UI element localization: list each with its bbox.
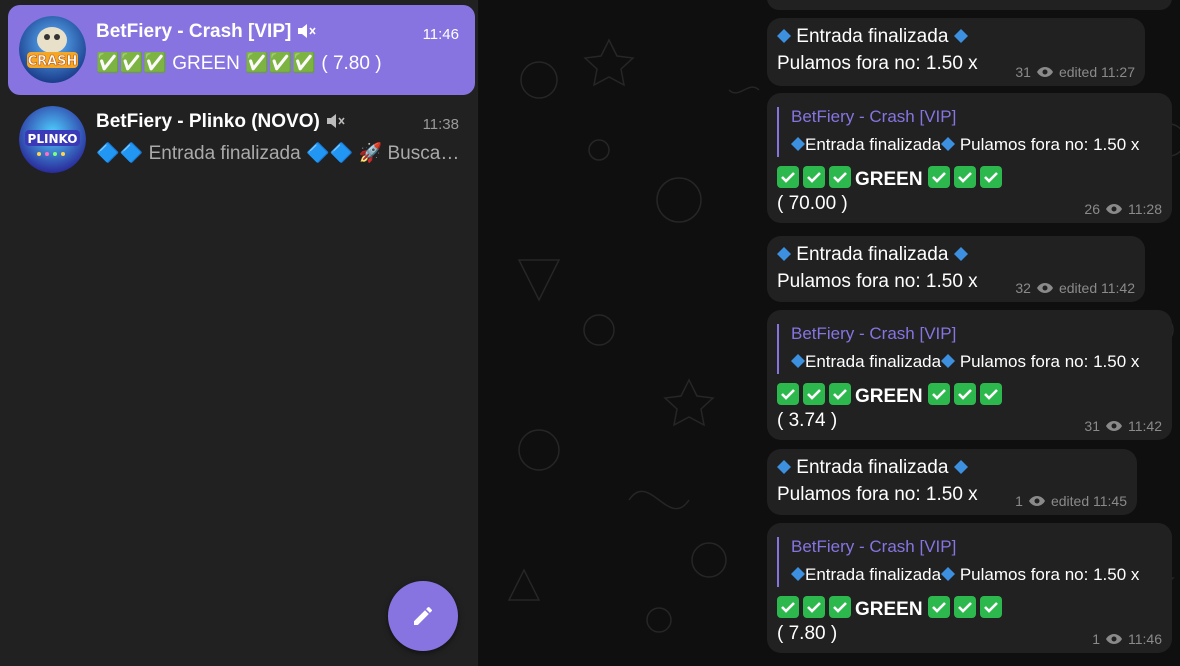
green-check-icon (777, 166, 799, 188)
blue-diamond-icon (953, 460, 968, 474)
message-meta: 1 edited 11:45 (1015, 493, 1127, 509)
chat-item-crash[interactable]: CRASH BetFiery - Crash [VIP] 11:46 ✅✅✅ G… (8, 5, 475, 95)
chat-preview: ✅✅✅ GREEN ✅✅✅ ( 7.80 ) (96, 53, 382, 74)
blue-diamond-icon (777, 29, 791, 43)
eye-icon (1106, 421, 1122, 431)
chat-title: BetFiery - Crash [VIP] (96, 21, 317, 45)
chat-list-sidebar: CRASH BetFiery - Crash [VIP] 11:46 ✅✅✅ G… (0, 0, 479, 666)
green-check-icon (927, 166, 950, 188)
reply-text: Entrada finalizada Pulamos fora no: 1.50… (791, 352, 1139, 372)
eye-icon (1028, 496, 1045, 506)
eye-icon (1106, 204, 1122, 214)
chat-preview: 🔷🔷 Entrada finalizada 🔷🔷 🚀 Buscando... (96, 143, 461, 164)
pencil-icon (414, 607, 432, 625)
green-check-icon (953, 383, 976, 405)
message-bubble[interactable]: BetFiery - Crash [VIP] Entrada finalizad… (767, 310, 1172, 440)
svg-text:CRASH: CRASH (28, 54, 78, 69)
blue-diamond-icon (791, 567, 805, 581)
blue-diamond-icon (941, 137, 956, 151)
blue-diamond-icon (953, 247, 968, 261)
eye-icon (1106, 634, 1122, 644)
green-check-icon (953, 596, 976, 618)
message-meta: 26 11:28 (1084, 201, 1162, 217)
green-check-icon (979, 383, 1002, 405)
reply-quote[interactable]: BetFiery - Crash [VIP] Entrada finalizad… (777, 537, 1139, 587)
crash-avatar: CRASH (19, 16, 86, 83)
eye-icon (1036, 67, 1053, 77)
green-check-icon (777, 596, 799, 618)
result-line: GREEN (777, 383, 1006, 408)
message-area[interactable]: Entrada finalizada Pulamos fora no: 1.50… (479, 0, 1180, 666)
message-bubble[interactable]: Entrada finalizada Pulamos fora no: 1.50… (767, 449, 1137, 515)
svg-text:PLINKO: PLINKO (28, 132, 78, 146)
compose-button[interactable] (388, 581, 458, 651)
green-check-icon (803, 596, 825, 618)
chat-item-plinko[interactable]: PLINKO BetFiery - Plinko (NOVO) 11:38 🔷🔷… (8, 95, 475, 185)
chat-title: BetFiery - Plinko (NOVO) (96, 111, 346, 135)
green-check-icon (953, 166, 976, 188)
message-line: Entrada finalizada (777, 26, 968, 48)
blue-diamond-icon (941, 567, 956, 581)
chat-time: 11:38 (422, 116, 459, 133)
green-check-icon (927, 383, 950, 405)
message-bubble[interactable]: BetFiery - Crash [VIP] Entrada finalizad… (767, 93, 1172, 223)
message-line: Pulamos fora no: 1.50 x (777, 484, 978, 505)
reply-quote[interactable]: BetFiery - Crash [VIP] Entrada finalizad… (777, 324, 1139, 374)
result-line: GREEN (777, 596, 1006, 621)
message-line: Pulamos fora no: 1.50 x (777, 53, 978, 74)
blue-diamond-icon (777, 460, 791, 474)
green-check-icon (777, 383, 799, 405)
chat-time: 11:46 (422, 26, 459, 43)
green-check-icon (979, 596, 1002, 618)
green-check-icon (979, 166, 1002, 188)
message-bubble-partial (767, 0, 1172, 10)
result-value: ( 7.80 ) (777, 623, 838, 644)
eye-icon (1036, 283, 1053, 293)
result-value: ( 70.00 ) (777, 193, 848, 214)
message-line: Entrada finalizada (777, 457, 968, 479)
result-value: ( 3.74 ) (777, 410, 838, 431)
message-meta: 1 11:46 (1092, 631, 1162, 647)
message-meta: 31 11:42 (1084, 418, 1162, 434)
message-line: Entrada finalizada (777, 244, 968, 266)
message-bubble[interactable]: Entrada finalizada Pulamos fora no: 1.50… (767, 236, 1145, 302)
message-bubble[interactable]: Entrada finalizada Pulamos fora no: 1.50… (767, 18, 1145, 86)
green-check-icon (803, 383, 825, 405)
message-bubble[interactable]: BetFiery - Crash [VIP] Entrada finalizad… (767, 523, 1172, 653)
reply-quote[interactable]: BetFiery - Crash [VIP] Entrada finalizad… (777, 107, 1139, 157)
reply-author: BetFiery - Crash [VIP] (791, 324, 957, 343)
green-check-icon (829, 383, 851, 405)
plinko-avatar: PLINKO (19, 106, 86, 173)
green-check-icon (927, 596, 950, 618)
message-line: Pulamos fora no: 1.50 x (777, 271, 978, 292)
reply-text: Entrada finalizada Pulamos fora no: 1.50… (791, 135, 1139, 155)
blue-diamond-icon (777, 247, 791, 261)
reply-author: BetFiery - Crash [VIP] (791, 107, 957, 126)
green-check-icon (803, 166, 825, 188)
blue-diamond-icon (941, 354, 956, 368)
blue-diamond-icon (953, 29, 968, 43)
message-meta: 31 edited 11:27 (1015, 64, 1135, 80)
result-line: GREEN (777, 166, 1006, 191)
message-meta: 32 edited 11:42 (1015, 280, 1135, 296)
reply-author: BetFiery - Crash [VIP] (791, 537, 957, 556)
blue-diamond-icon (791, 354, 805, 368)
green-check-icon (829, 166, 851, 188)
telegram-window: CRASH BetFiery - Crash [VIP] 11:46 ✅✅✅ G… (0, 0, 1180, 666)
blue-diamond-icon (791, 137, 805, 151)
muted-speaker-icon (297, 23, 317, 45)
muted-speaker-icon (326, 113, 346, 135)
reply-text: Entrada finalizada Pulamos fora no: 1.50… (791, 565, 1139, 585)
green-check-icon (829, 596, 851, 618)
